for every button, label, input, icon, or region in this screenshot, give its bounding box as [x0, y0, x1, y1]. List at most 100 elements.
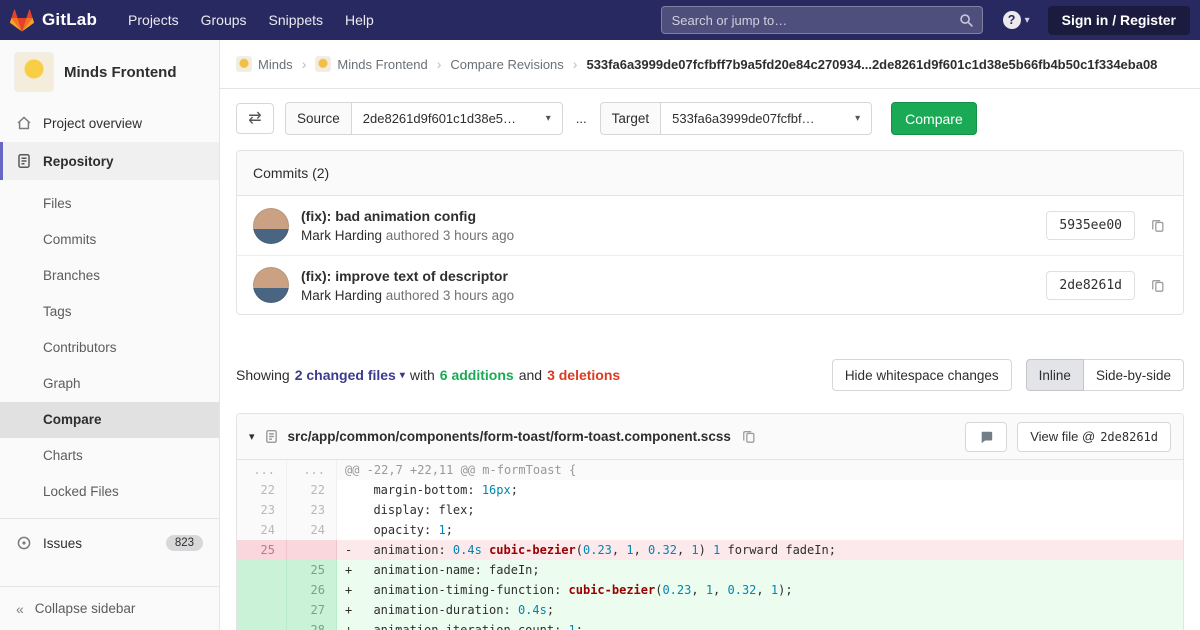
top-nav: ProjectsGroupsSnippetsHelp	[117, 0, 385, 40]
diff-line-marker: +	[345, 560, 359, 580]
copy-commit-sha-button[interactable]	[1149, 216, 1167, 235]
commit-title-link[interactable]: (fix): bad animation config	[301, 208, 1034, 224]
sidebar-item-project-overview[interactable]: Project overview	[0, 104, 219, 142]
old-line-number[interactable]: 25	[237, 540, 287, 560]
compare-button[interactable]: Compare	[891, 102, 977, 135]
commit-title-link[interactable]: (fix): improve text of descriptor	[301, 268, 1034, 284]
file-path-link[interactable]: src/app/common/components/form-toast/for…	[288, 429, 731, 444]
breadcrumb-compare-link[interactable]: Compare Revisions	[450, 57, 563, 72]
old-line-number[interactable]: 24	[237, 520, 287, 540]
diff-line-marker	[345, 480, 359, 500]
changed-files-dropdown[interactable]: 2 changed files ▾	[295, 367, 405, 383]
breadcrumb: Minds › Minds Frontend › Compare Revisio…	[220, 40, 1200, 89]
repository-icon	[16, 153, 32, 169]
search-icon	[959, 13, 974, 28]
new-line-number[interactable]: 26	[287, 580, 337, 600]
diff-file-header: ▾ src/app/common/components/form-toast/f…	[237, 414, 1183, 460]
code-segment: 1	[771, 583, 778, 597]
toggle-comments-button[interactable]	[965, 422, 1007, 452]
new-line-number[interactable]: 23	[287, 500, 337, 520]
commit-author-link[interactable]: Mark Harding	[301, 228, 382, 243]
sidebar: Minds Frontend Project overview Reposito…	[0, 40, 220, 630]
copy-file-path-button[interactable]	[740, 427, 758, 446]
project-name-link[interactable]: Minds Frontend	[64, 64, 177, 81]
copy-commit-sha-button[interactable]	[1149, 276, 1167, 295]
sidebar-item-repository[interactable]: Repository	[0, 142, 219, 180]
commit-author-link[interactable]: Mark Harding	[301, 288, 382, 303]
side-by-side-view-button[interactable]: Side-by-side	[1084, 359, 1184, 391]
commit-meta: Mark Harding authored 3 hours ago	[301, 228, 1034, 243]
new-line-number[interactable]: 22	[287, 480, 337, 500]
commit-actions: 5935ee00	[1046, 211, 1167, 240]
hide-whitespace-button[interactable]: Hide whitespace changes	[832, 359, 1012, 391]
diff-line-marker: +	[345, 620, 359, 630]
diff-row: 25+ animation-name: fadeIn;	[237, 560, 1183, 580]
diff-file-card: ▾ src/app/common/components/form-toast/f…	[236, 413, 1184, 630]
code-segment: 0.23	[583, 543, 612, 557]
sidebar-item-contributors[interactable]: Contributors	[0, 330, 219, 366]
sidebar-item-tags[interactable]: Tags	[0, 294, 219, 330]
new-line-number[interactable]: 28	[287, 620, 337, 630]
code-segment: ;	[511, 483, 518, 497]
new-line-number[interactable]: 27	[287, 600, 337, 620]
old-line-number[interactable]	[237, 620, 287, 630]
commit-sha-button[interactable]: 5935ee00	[1046, 211, 1135, 240]
old-line-number: ...	[237, 460, 287, 480]
nav-item-help[interactable]: Help	[334, 0, 385, 40]
help-menu-button[interactable]: ? ▾	[1003, 11, 1030, 29]
diff-code-line: @@ -22,7 +22,11 @@ m-formToast {	[337, 460, 1183, 480]
old-line-number[interactable]	[237, 560, 287, 580]
breadcrumb-group-link[interactable]: Minds	[236, 56, 293, 72]
sidebar-item-locked-files[interactable]: Locked Files	[0, 474, 219, 510]
swap-revisions-button[interactable]: ⇄	[236, 103, 274, 134]
collapse-sidebar-button[interactable]: « Collapse sidebar	[0, 586, 219, 630]
diff-code-line: + animation-duration: 0.4s;	[337, 600, 1183, 620]
code-segment: 1	[569, 623, 576, 630]
sidebar-item-charts[interactable]: Charts	[0, 438, 219, 474]
deletions-count: 3 deletions	[547, 367, 620, 383]
collapse-diff-caret[interactable]: ▾	[249, 430, 255, 443]
target-revision-dropdown[interactable]: 533fa6a3999de07fcfbf… ▾	[660, 102, 872, 135]
commit-author-avatar[interactable]	[253, 208, 289, 244]
commit-sha-button[interactable]: 2de8261d	[1046, 271, 1135, 300]
commits-card: Commits (2) (fix): bad animation configM…	[236, 150, 1184, 315]
diff-code-line: + animation-timing-function: cubic-bezie…	[337, 580, 1183, 600]
source-revision-dropdown[interactable]: 2de8261d9f601c1d38e5… ▾	[351, 102, 563, 135]
sign-in-register-button[interactable]: Sign in / Register	[1048, 6, 1190, 35]
code-segment: 1	[706, 583, 713, 597]
sidebar-item-branches[interactable]: Branches	[0, 258, 219, 294]
nav-item-snippets[interactable]: Snippets	[258, 0, 334, 40]
repo-subnav: FilesCommitsBranchesTagsContributorsGrap…	[0, 186, 219, 510]
breadcrumb-label: Compare Revisions	[450, 57, 563, 72]
old-line-number[interactable]	[237, 600, 287, 620]
commit-author-avatar[interactable]	[253, 267, 289, 303]
new-line-number[interactable]: 25	[287, 560, 337, 580]
gitlab-logo-link[interactable]: GitLab	[10, 9, 97, 32]
nav-item-groups[interactable]: Groups	[190, 0, 258, 40]
inline-view-button[interactable]: Inline	[1026, 359, 1084, 391]
code-segment: display: flex;	[359, 503, 475, 517]
new-line-number[interactable]: 24	[287, 520, 337, 540]
sidebar-item-graph[interactable]: Graph	[0, 366, 219, 402]
breadcrumb-project-link[interactable]: Minds Frontend	[315, 56, 427, 72]
nav-item-projects[interactable]: Projects	[117, 0, 190, 40]
collapse-icon: «	[16, 601, 24, 617]
code-segment: ;	[547, 603, 554, 617]
sidebar-item-compare[interactable]: Compare	[0, 402, 219, 438]
sidebar-item-files[interactable]: Files	[0, 186, 219, 222]
new-line-number[interactable]	[287, 540, 337, 560]
code-segment: ,	[634, 543, 648, 557]
search-input[interactable]	[661, 6, 983, 34]
commit-row: (fix): bad animation config Mark Harding …	[237, 196, 1183, 255]
project-avatar[interactable]	[14, 52, 54, 92]
old-line-number[interactable]	[237, 580, 287, 600]
diff-row: 25- animation: 0.4s cubic-bezier(0.23, 1…	[237, 540, 1183, 560]
sidebar-item-issues[interactable]: Issues 823	[0, 524, 219, 562]
diff-row: 2222 margin-bottom: 16px;	[237, 480, 1183, 500]
old-line-number[interactable]: 23	[237, 500, 287, 520]
sidebar-item-commits[interactable]: Commits	[0, 222, 219, 258]
view-file-button[interactable]: View file @ 2de8261d	[1017, 422, 1171, 452]
chevron-down-icon: ▾	[546, 113, 551, 124]
old-line-number[interactable]: 22	[237, 480, 287, 500]
diff-code-line: margin-bottom: 16px;	[337, 480, 1183, 500]
